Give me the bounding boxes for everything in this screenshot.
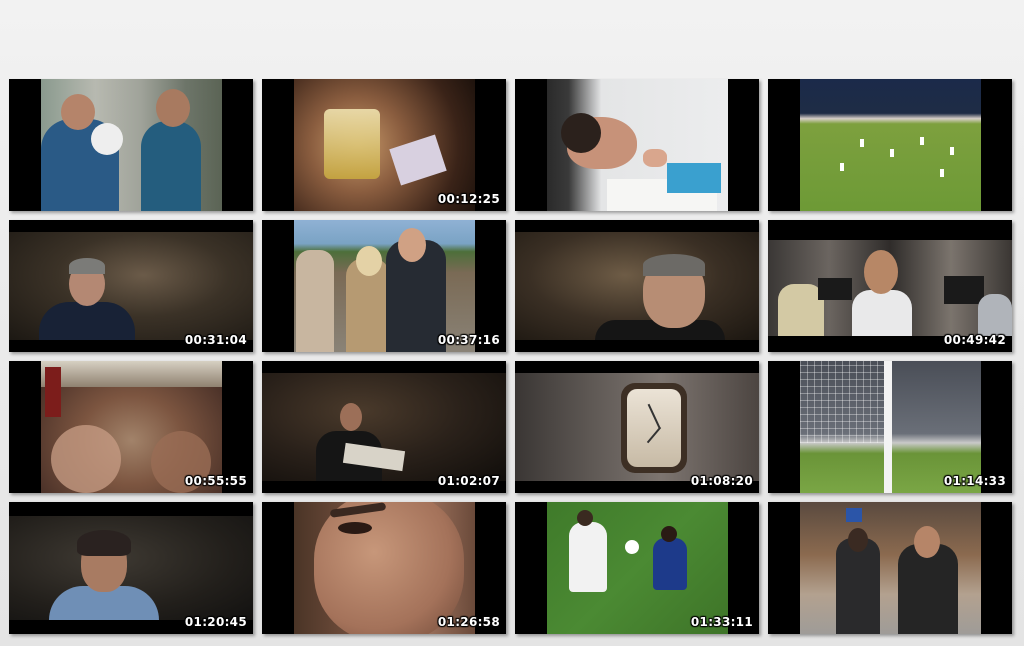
timestamp: 00:37:16 xyxy=(437,333,500,347)
frame-image xyxy=(41,79,222,211)
thumbnail-13[interactable]: 01:20:45 xyxy=(9,502,253,634)
timestamp: 00:49:42 xyxy=(943,333,1006,347)
frame-image xyxy=(800,79,981,211)
timestamp: 00:55:55 xyxy=(184,474,247,488)
thumbnail-7[interactable] xyxy=(515,220,759,352)
thumbnail-grid: 00:12:25 00:31:04 00:37:16 00:49:42 00:5… xyxy=(9,79,1012,634)
timestamp: 01:26:58 xyxy=(437,615,500,629)
thumbnail-8[interactable]: 00:49:42 xyxy=(768,220,1012,352)
thumbnail-10[interactable]: 01:02:07 xyxy=(262,361,506,493)
frame-image xyxy=(9,516,253,620)
timestamp: 01:14:33 xyxy=(943,474,1006,488)
frame-image xyxy=(262,373,506,481)
frame-image xyxy=(515,373,759,481)
thumbnail-16[interactable] xyxy=(768,502,1012,634)
thumbnail-2[interactable]: 00:12:25 xyxy=(262,79,506,211)
contact-sheet: 00:12:25 00:31:04 00:37:16 00:49:42 00:5… xyxy=(0,0,1024,646)
thumbnail-4[interactable] xyxy=(768,79,1012,211)
thumbnail-15[interactable]: 01:33:11 xyxy=(515,502,759,634)
thumbnail-6[interactable]: 00:37:16 xyxy=(262,220,506,352)
frame-image xyxy=(547,79,728,211)
timestamp: 01:02:07 xyxy=(437,474,500,488)
thumbnail-3[interactable] xyxy=(515,79,759,211)
thumbnail-9[interactable]: 00:55:55 xyxy=(9,361,253,493)
timestamp: 00:31:04 xyxy=(184,333,247,347)
timestamp: 01:33:11 xyxy=(690,615,753,629)
timestamp: 01:08:20 xyxy=(690,474,753,488)
thumbnail-5[interactable]: 00:31:04 xyxy=(9,220,253,352)
timestamp: 00:12:25 xyxy=(437,192,500,206)
frame-image xyxy=(515,232,759,340)
frame-image xyxy=(800,502,981,634)
timestamp: 01:20:45 xyxy=(184,615,247,629)
thumbnail-11[interactable]: 01:08:20 xyxy=(515,361,759,493)
thumbnail-1[interactable] xyxy=(9,79,253,211)
frame-image xyxy=(9,232,253,340)
thumbnail-12[interactable]: 01:14:33 xyxy=(768,361,1012,493)
thumbnail-14[interactable]: 01:26:58 xyxy=(262,502,506,634)
frame-image xyxy=(768,240,1012,336)
